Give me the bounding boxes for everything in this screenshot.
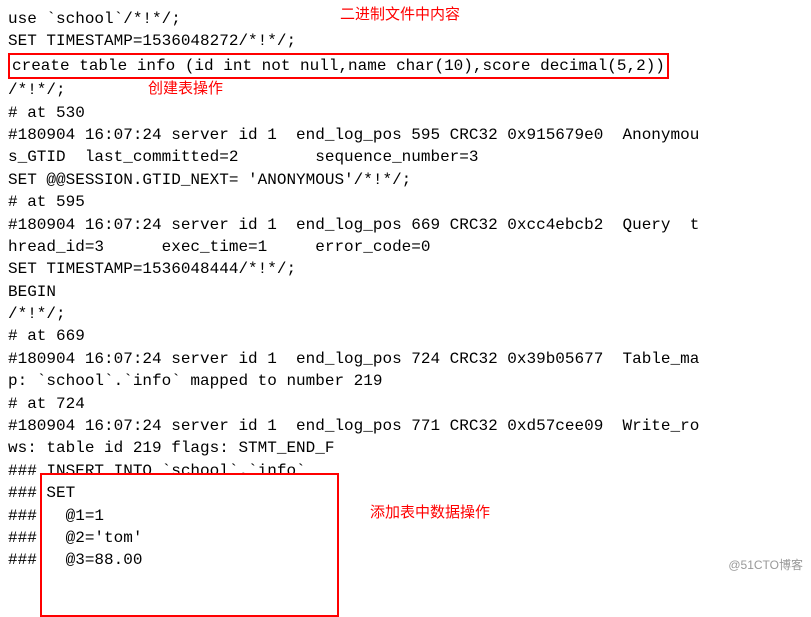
log-line: SET TIMESTAMP=1536048272/*!*/; xyxy=(8,30,803,52)
annotation-create-table: 创建表操作 xyxy=(148,78,223,99)
log-line: ws: table id 219 flags: STMT_END_F xyxy=(8,437,803,459)
log-line: #180904 16:07:24 server id 1 end_log_pos… xyxy=(8,348,803,370)
log-line: #180904 16:07:24 server id 1 end_log_pos… xyxy=(8,415,803,437)
log-line: s_GTID last_committed=2 sequence_number=… xyxy=(8,146,803,168)
log-line: SET TIMESTAMP=1536048444/*!*/; xyxy=(8,258,803,280)
log-line-create-table: create table info (id int not null,name … xyxy=(8,53,803,79)
log-line: BEGIN xyxy=(8,281,803,303)
log-line: /*!*/; xyxy=(8,79,803,101)
log-line: SET @@SESSION.GTID_NEXT= 'ANONYMOUS'/*!*… xyxy=(8,169,803,191)
log-line-insert: ### @2='tom' xyxy=(8,527,803,549)
highlight-create-table: create table info (id int not null,name … xyxy=(8,53,669,79)
watermark: @51CTO博客 xyxy=(728,557,803,574)
log-line: # at 669 xyxy=(8,325,803,347)
log-line: p: `school`.`info` mapped to number 219 xyxy=(8,370,803,392)
log-line: # at 595 xyxy=(8,191,803,213)
log-line: #180904 16:07:24 server id 1 end_log_pos… xyxy=(8,124,803,146)
log-line: # at 530 xyxy=(8,102,803,124)
log-line: #180904 16:07:24 server id 1 end_log_pos… xyxy=(8,214,803,236)
log-line-insert: ### INSERT INTO `school`.`info` xyxy=(8,460,803,482)
log-line-insert: ### @3=88.00 xyxy=(8,549,803,571)
log-line: /*!*/; xyxy=(8,303,803,325)
log-line: hread_id=3 exec_time=1 error_code=0 xyxy=(8,236,803,258)
annotation-top: 二进制文件中内容 xyxy=(340,4,460,25)
annotation-insert-data: 添加表中数据操作 xyxy=(370,502,490,523)
log-line: # at 724 xyxy=(8,393,803,415)
